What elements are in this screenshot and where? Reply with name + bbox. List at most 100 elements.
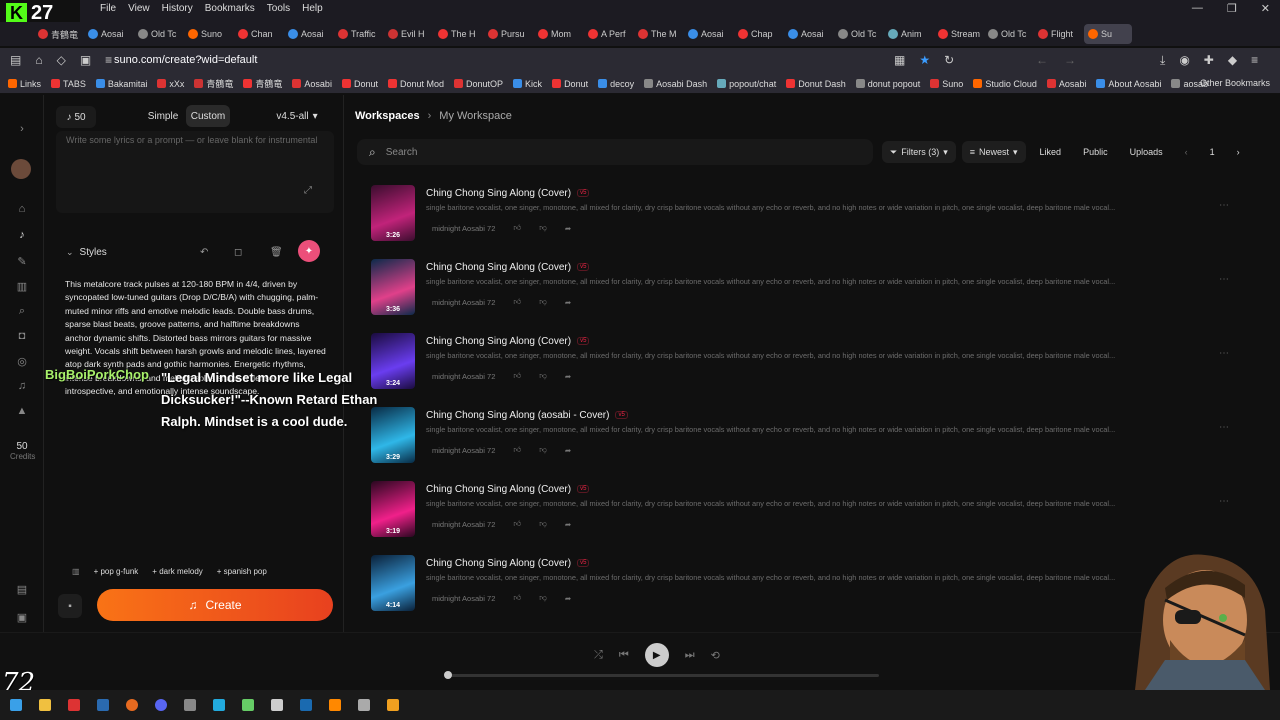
browser-tab[interactable]: A Perf	[584, 24, 634, 44]
next-icon[interactable]: ⏭	[685, 649, 695, 662]
create-icon[interactable]: ♪	[15, 229, 29, 243]
artist-name[interactable]: midnight Aosabi 72	[432, 520, 495, 529]
history-nav[interactable]: ← →	[1036, 53, 1076, 67]
more-options-icon[interactable]: ⋯	[1219, 200, 1229, 211]
avatar[interactable]	[11, 159, 31, 179]
undo-icon[interactable]: ↶	[200, 247, 208, 258]
browser-tab[interactable]: Mom	[534, 24, 584, 44]
filters-button[interactable]: ⏷ Filters (3) ▾	[882, 141, 956, 163]
browser-tab[interactable]: Old Tc	[134, 24, 184, 44]
thumbs-down-icon[interactable]: 👎︎	[539, 593, 547, 603]
account-icon[interactable]: ◉	[1179, 53, 1189, 68]
song-cover[interactable]: 3:26	[371, 185, 415, 241]
calendar-icon[interactable]	[68, 699, 80, 711]
shield-icon[interactable]: ◇	[57, 53, 66, 67]
bookmark-item[interactable]: 青鶴竜	[194, 77, 233, 90]
notification-icon[interactable]: ▲	[15, 405, 29, 419]
artist-name[interactable]: midnight Aosabi 72	[432, 594, 495, 603]
firefox-icon[interactable]	[126, 699, 138, 711]
bookmark-item[interactable]: Donut	[552, 79, 588, 89]
next-page-icon[interactable]: ›	[1229, 141, 1248, 163]
minimize-icon[interactable]: —	[1192, 2, 1203, 15]
page-number[interactable]: 1	[1202, 141, 1223, 163]
artist-name[interactable]: midnight Aosabi 72	[432, 372, 495, 381]
sidebar-icon[interactable]: ▤	[10, 53, 21, 67]
browser-tab[interactable]: Aosai	[684, 24, 734, 44]
menu-item[interactable]: File	[100, 3, 116, 14]
steam-icon[interactable]	[300, 699, 312, 711]
trash-icon[interactable]: 🗑	[270, 247, 283, 258]
artist-name[interactable]: midnight Aosabi 72	[432, 224, 495, 233]
library-icon[interactable]: ▥	[15, 280, 29, 294]
bookmark-item[interactable]: Suno	[930, 79, 963, 89]
search-icon[interactable]: ⌕	[15, 305, 29, 319]
browser-tab[interactable]: Chan	[234, 24, 284, 44]
window-controls[interactable]: — ❐ ✕	[1192, 2, 1270, 15]
liked-filter[interactable]: Liked	[1032, 141, 1070, 163]
explore-icon[interactable]: ◎	[15, 355, 29, 369]
bookmark-item[interactable]: decoy	[598, 79, 634, 89]
share-icon[interactable]: ➦	[565, 594, 571, 603]
browser-tab[interactable]: Evil H	[384, 24, 434, 44]
thumbs-up-icon[interactable]: 👍︎	[513, 593, 521, 603]
browser-tab[interactable]: 青鶴竜	[34, 24, 84, 44]
tag-pill[interactable]: + dark melody	[152, 567, 202, 576]
progress-knob[interactable]	[444, 671, 452, 679]
browser-tab[interactable]: Aosai	[784, 24, 834, 44]
browser-tab[interactable]: The M	[634, 24, 684, 44]
bell-icon[interactable]: ♫	[15, 380, 29, 394]
thumbs-down-icon[interactable]: 👎︎	[539, 223, 547, 233]
app-icon[interactable]	[213, 699, 225, 711]
mode-simple[interactable]: Simple	[144, 105, 182, 127]
browser-tab[interactable]: Su	[1084, 24, 1132, 44]
star-icon[interactable]: ★	[919, 53, 930, 67]
extension-icons[interactable]: ⤓ ◉ ✚ ◆ ≡	[1160, 53, 1258, 68]
previous-icon[interactable]: ⏮	[619, 649, 629, 662]
gift-icon[interactable]: ▤	[15, 583, 29, 597]
radio-icon[interactable]: ◘	[15, 330, 29, 344]
thumbs-down-icon[interactable]: 👎︎	[539, 371, 547, 381]
bookmark-item[interactable]: Donut Dash	[786, 79, 846, 89]
song-cover[interactable]: 4:14	[371, 555, 415, 611]
other-bookmarks[interactable]: Other Bookmarks	[1200, 78, 1270, 88]
more-options-icon[interactable]: ⋯	[1219, 348, 1229, 359]
menu-item[interactable]: Bookmarks	[205, 3, 255, 14]
song-row[interactable]: 3:36 Ching Chong Sing Along (Cover) v5 sing…	[371, 259, 1271, 331]
menu-item[interactable]: History	[162, 3, 193, 14]
browser-tab[interactable]: The H	[434, 24, 484, 44]
song-count[interactable]: ♪ 50	[56, 106, 96, 128]
model-select[interactable]: v4.5-all ▾	[272, 105, 322, 127]
home-icon[interactable]: ⌂	[35, 53, 42, 67]
more-options-icon[interactable]: ⋯	[1219, 496, 1229, 507]
url-bar[interactable]: suno.com/create?wid=default	[114, 54, 257, 66]
browser-tab[interactable]: Aosai	[84, 24, 134, 44]
song-title[interactable]: Ching Chong Sing Along (Cover) v5	[426, 262, 590, 273]
tag-pill[interactable]: + pop g-funk	[94, 567, 139, 576]
thumbs-up-icon[interactable]: 👍︎	[513, 519, 521, 529]
addon-icon[interactable]: ◆	[1228, 53, 1237, 68]
download-icon[interactable]: ⤓	[1160, 53, 1165, 68]
menu-item[interactable]: View	[128, 3, 150, 14]
thumbs-up-icon[interactable]: 👍︎	[513, 223, 521, 233]
progress-bar[interactable]	[447, 674, 879, 677]
browser-tab[interactable]: Chap	[734, 24, 784, 44]
back-icon[interactable]: ←	[1036, 53, 1048, 67]
explorer-icon[interactable]	[39, 699, 51, 711]
song-title[interactable]: Ching Chong Sing Along (Cover) v5	[426, 484, 590, 495]
bookmark-item[interactable]: Aosabi	[292, 79, 332, 89]
uploads-filter[interactable]: Uploads	[1122, 141, 1171, 163]
browser-tab[interactable]: Traffic	[334, 24, 384, 44]
thumbs-down-icon[interactable]: 👎︎	[539, 445, 547, 455]
settings-icon[interactable]: ▣	[15, 611, 29, 625]
thumbs-up-icon[interactable]: 👍︎	[513, 445, 521, 455]
public-filter[interactable]: Public	[1075, 141, 1116, 163]
bookmark-item[interactable]: About Aosabi	[1096, 79, 1161, 89]
clear-button[interactable]: ▪	[58, 594, 82, 618]
discord-icon[interactable]	[155, 699, 167, 711]
song-cover[interactable]: 3:36	[371, 259, 415, 315]
magic-wand-icon[interactable]: ✦	[298, 240, 320, 262]
steam-icon[interactable]	[97, 699, 109, 711]
nav-buttons[interactable]: ▤ ⌂ ◇ ▣ ≡	[10, 53, 112, 67]
share-icon[interactable]: ➦	[565, 298, 571, 307]
more-options-icon[interactable]: ⋯	[1219, 274, 1229, 285]
